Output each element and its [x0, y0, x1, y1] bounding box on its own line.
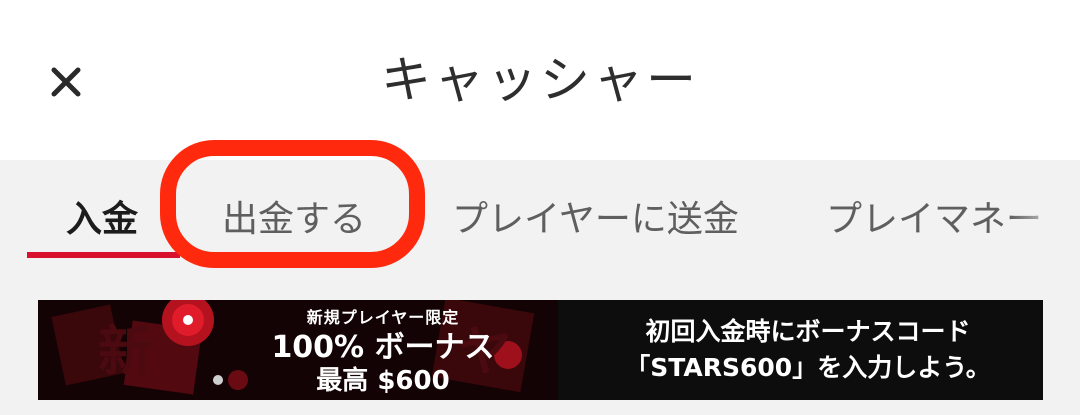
banner-code-line1: 初回入金時にボーナスコード: [645, 317, 971, 346]
tab-bar: 入金 出金する プレイヤーに送金 プレイマネー: [0, 160, 1080, 260]
tab-withdraw[interactable]: 出金する: [222, 190, 366, 242]
banner-new-player-label: 新規プレイヤー限定: [306, 308, 460, 327]
svg-text:新: 新: [98, 320, 152, 383]
banner-code-line2: 「STARS600」を入力しよう。: [625, 353, 991, 382]
active-tab-indicator: [27, 252, 180, 258]
banner-code-instructions: 初回入金時にボーナスコード 「STARS600」を入力しよう。: [598, 314, 1018, 386]
tab-overflow-fade: [1010, 160, 1080, 260]
tab-transfer-to-player[interactable]: プレイヤーに送金: [452, 190, 739, 242]
tab-deposit[interactable]: 入金: [66, 190, 138, 242]
page-title: キャッシャー: [381, 51, 699, 109]
banner-bonus-max: 最高 $600: [316, 366, 450, 396]
promo-banner[interactable]: 新 ヤ 新規プレイヤー限定 100% ボーナス 最高 $600 初回入金時にボー…: [38, 300, 1043, 400]
banner-bonus-percent: 100% ボーナス: [271, 330, 495, 365]
banner-bonus-text: 新規プレイヤー限定 100% ボーナス 最高 $600: [228, 300, 538, 396]
header: キャッシャー: [0, 0, 1080, 160]
